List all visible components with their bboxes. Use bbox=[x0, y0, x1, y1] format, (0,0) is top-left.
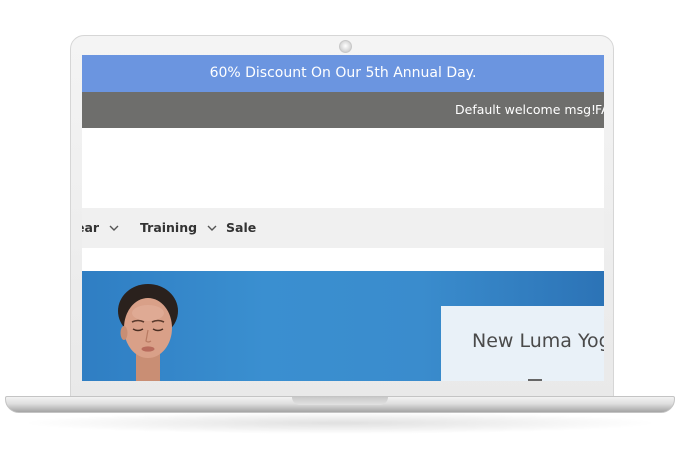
hero-title: New Luma Yoga bbox=[472, 330, 604, 352]
hero-banner[interactable]: New Luma Yoga bbox=[82, 271, 604, 381]
top-header-bar: Default welcome msg! FA bbox=[82, 92, 604, 128]
nav-item-label: Sale bbox=[226, 220, 257, 235]
faq-link[interactable]: FA bbox=[595, 92, 604, 128]
chevron-down-icon bbox=[109, 225, 119, 231]
main-navigation: ear Training Sale bbox=[82, 208, 604, 248]
nav-item-label: Training bbox=[140, 220, 198, 235]
chevron-down-icon bbox=[207, 225, 217, 231]
nav-item-training[interactable]: Training bbox=[140, 208, 217, 248]
site-header bbox=[82, 128, 604, 208]
promo-banner: 60% Discount On Our 5th Annual Day. bbox=[82, 55, 604, 92]
laptop-shadow bbox=[20, 412, 660, 434]
nav-item-label: ear bbox=[82, 220, 100, 235]
laptop-mockup: 60% Discount On Our 5th Annual Day. Defa… bbox=[0, 0, 680, 450]
nav-item-sale[interactable]: Sale bbox=[226, 208, 256, 248]
nav-item-gear[interactable]: ear bbox=[82, 208, 119, 248]
welcome-message: Default welcome msg! bbox=[455, 102, 597, 117]
laptop-notch bbox=[292, 397, 388, 405]
yoga-model-image bbox=[118, 284, 178, 381]
hero-promo-card: New Luma Yoga bbox=[441, 306, 604, 381]
promo-text: 60% Discount On Our 5th Annual Day. bbox=[209, 65, 477, 81]
camera-icon bbox=[339, 40, 352, 53]
hero-divider bbox=[528, 379, 542, 381]
laptop-screen: 60% Discount On Our 5th Annual Day. Defa… bbox=[82, 55, 604, 381]
